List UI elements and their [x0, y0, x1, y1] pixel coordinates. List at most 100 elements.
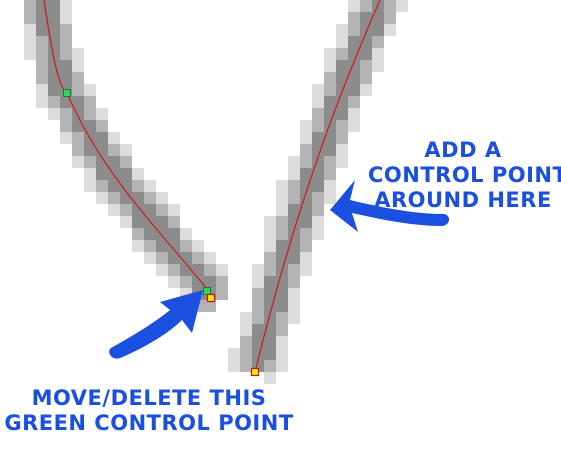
pixel-block	[360, 72, 372, 84]
pixel-block	[108, 132, 120, 144]
pixel-block	[72, 96, 84, 108]
pixel-block	[264, 252, 276, 264]
pixel-block	[300, 264, 312, 276]
pixel-block	[324, 168, 336, 180]
pixel-block	[324, 84, 336, 96]
pixel-block	[324, 180, 336, 192]
pixel-block	[36, 84, 48, 96]
pixel-block	[264, 228, 276, 240]
annotation-line: ADD A	[424, 138, 502, 162]
zoomed-pixel-artwork[interactable]	[0, 0, 561, 450]
pixel-block	[312, 84, 324, 96]
pixel-block	[36, 48, 48, 60]
pixel-block	[156, 216, 168, 228]
pixel-block	[312, 216, 324, 228]
pixel-block	[180, 228, 192, 240]
pixel-block	[348, 96, 360, 108]
pixel-block	[348, 120, 360, 132]
pixel-block	[36, 36, 48, 48]
pixel-block	[240, 324, 252, 336]
pixel-block	[96, 132, 108, 144]
pixel-block	[372, 36, 384, 48]
pixel-block	[372, 48, 384, 60]
pixel-block	[48, 108, 60, 120]
pixel-block	[108, 144, 120, 156]
pixel-block	[348, 12, 360, 24]
pixel-block	[312, 180, 324, 192]
pixel-block	[120, 192, 132, 204]
pixel-block	[60, 24, 72, 36]
pixel-block	[132, 168, 144, 180]
pixel-block	[240, 312, 252, 324]
vector-editor-canvas[interactable]: ADD A CONTROL POINT AROUND HERE MOVE/DEL…	[0, 0, 561, 450]
pixel-block	[288, 288, 300, 300]
pixel-block	[132, 216, 144, 228]
pixel-block	[348, 108, 360, 120]
pixel-block	[72, 144, 84, 156]
add-control-point-annotation: ADD A CONTROL POINT AROUND HERE	[368, 138, 561, 213]
pixel-block	[276, 216, 288, 228]
pixel-block	[72, 156, 84, 168]
pixel-block	[72, 132, 84, 144]
pixel-block	[60, 96, 72, 108]
pixel-block	[300, 240, 312, 252]
pixel-block	[288, 156, 300, 168]
yellow-end-point-bottom[interactable]	[250, 367, 260, 377]
move-delete-annotation: MOVE/DELETE THIS GREEN CONTROL POINT	[4, 386, 294, 436]
pixel-block	[72, 60, 84, 72]
pixel-block	[252, 288, 264, 300]
pixel-block	[348, 72, 360, 84]
pixel-block	[384, 24, 396, 36]
pixel-block	[120, 204, 132, 216]
pixel-block	[336, 120, 348, 132]
pixel-block	[36, 72, 48, 84]
pixel-block	[360, 84, 372, 96]
annotation-line: MOVE/DELETE THIS	[31, 386, 267, 410]
pixel-block	[288, 180, 300, 192]
green-control-point-upper[interactable]	[63, 89, 71, 97]
pixel-block	[276, 204, 288, 216]
pixel-block	[60, 48, 72, 60]
pixel-block	[36, 24, 48, 36]
pixel-block	[252, 324, 264, 336]
pixel-block	[96, 120, 108, 132]
pixel-block	[372, 60, 384, 72]
pixel-block	[216, 264, 228, 276]
pixel-block	[276, 348, 288, 360]
pixel-block	[324, 96, 336, 108]
pixel-block	[324, 48, 336, 60]
pixel-block	[324, 156, 336, 168]
pixel-block	[336, 132, 348, 144]
pixel-block	[72, 84, 84, 96]
pixel-block	[204, 264, 216, 276]
pixel-block	[336, 144, 348, 156]
pixel-block	[120, 156, 132, 168]
pixel-block	[264, 300, 276, 312]
pixel-block	[288, 168, 300, 180]
green-control-point-lower[interactable]	[203, 287, 211, 295]
pixel-block	[204, 252, 216, 264]
yellow-end-point-left[interactable]	[206, 293, 216, 303]
pixel-block	[336, 108, 348, 120]
pixel-block	[252, 312, 264, 324]
pixel-block	[84, 168, 96, 180]
pixel-block	[156, 264, 168, 276]
pixel-block	[276, 192, 288, 204]
pixel-block	[240, 360, 252, 372]
pixel-block	[36, 96, 48, 108]
pixel-block	[168, 216, 180, 228]
pixel-block	[96, 192, 108, 204]
pixel-block	[228, 360, 240, 372]
pixel-block	[132, 180, 144, 192]
pixel-block	[168, 264, 180, 276]
pixel-block	[180, 264, 192, 276]
pixel-block	[120, 216, 132, 228]
pixel-block	[120, 144, 132, 156]
pixel-block	[120, 168, 132, 180]
pixel-block	[288, 204, 300, 216]
pixel-block	[276, 180, 288, 192]
pixel-block	[84, 84, 96, 96]
pixel-block	[144, 204, 156, 216]
pixel-block	[300, 228, 312, 240]
pixel-block	[24, 12, 36, 24]
